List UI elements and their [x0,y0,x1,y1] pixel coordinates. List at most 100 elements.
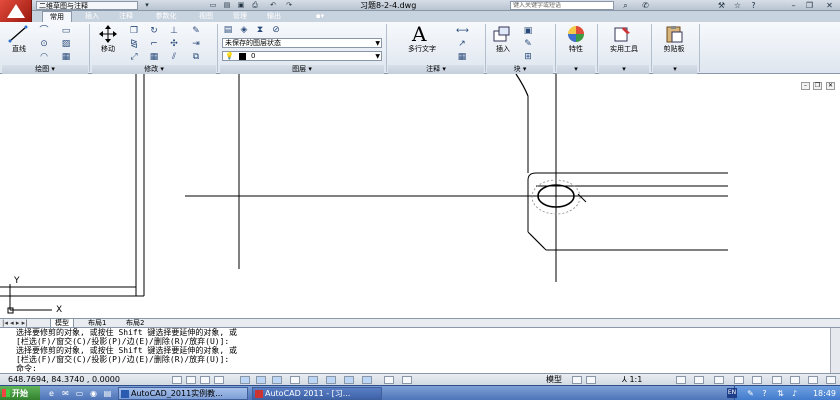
grid-toggle[interactable] [200,376,210,384]
properties-button[interactable]: 特性 [560,44,592,54]
tab-manage[interactable]: 管理 [226,11,254,22]
workspace-select[interactable]: 二维草图与注释 [36,1,138,10]
rotate-icon[interactable]: ↻ [148,26,160,36]
help-icon[interactable]: ? [748,0,759,11]
line-icon[interactable] [8,25,28,43]
command-scrollbar[interactable] [830,328,840,374]
tab-parametric[interactable]: 参数化 [146,11,186,22]
star-icon[interactable]: ☆ [732,0,743,11]
command-prompt[interactable]: 命令: [16,364,840,373]
insert-block-icon[interactable] [492,25,512,43]
redo-icon[interactable]: ↷ [284,1,294,10]
lineweight-toggle[interactable] [326,376,336,384]
stretch-icon[interactable]: ⇥ [190,39,202,49]
tab-view[interactable]: 视图 [192,11,220,22]
osnap-toggle[interactable] [256,376,266,384]
new-icon[interactable]: ▭ [208,1,218,10]
help-icon[interactable]: ? [759,388,770,399]
layer-off-icon[interactable]: ⊘ [270,25,282,35]
panel-block-title[interactable]: 块 ▾ [487,65,553,74]
move-icon[interactable] [98,25,118,43]
mirror-icon[interactable]: ⧎ [128,39,140,49]
copy-icon[interactable]: ❐ [128,26,140,36]
scale-icon[interactable]: ⤢ [128,52,140,62]
paste-button[interactable]: 剪贴板 [654,44,694,54]
application-menu-button[interactable] [0,0,32,22]
show-desktop-icon[interactable]: ▭ [74,388,85,399]
print-icon[interactable]: ⎙ [250,1,260,10]
viewport-minimize-icon[interactable]: – [801,82,810,90]
explode-icon[interactable]: ✣ [168,39,180,49]
close-icon[interactable]: ✕ [824,0,835,11]
move-button[interactable]: 移动 [94,44,122,54]
taskbar-item-document[interactable]: AutoCAD_2011实例教... [118,387,248,400]
hatch-icon[interactable]: ▨ [60,39,72,49]
circle-icon[interactable]: ⊙ [38,39,50,49]
table-icon[interactable]: ▦ [456,52,468,62]
rectangle-icon[interactable]: ▭ [60,26,72,36]
viewport-close-icon[interactable]: ✕ [826,82,835,90]
folder-icon[interactable]: ▤ [102,388,113,399]
polyline-icon[interactable]: ⌒ [38,26,50,36]
offset-icon[interactable]: ⫽ [168,52,180,62]
multiline-text-button[interactable]: 多行文字 [400,44,444,54]
tab-output[interactable]: 输出 [260,11,288,22]
polar-toggle[interactable] [240,376,250,384]
dropdown-arrow-icon[interactable]: ▾ [142,1,152,10]
tools-icon[interactable]: ⚒ [716,0,727,11]
communication-center-icon[interactable]: ✆ [640,0,651,11]
media-icon[interactable]: ◉ [88,388,99,399]
block-attribute-icon[interactable]: ⊞ [522,52,534,62]
volume-icon[interactable]: ♪ [789,388,800,399]
tab-annotate[interactable]: 注释 [112,11,140,22]
hardware-acceleration-icon[interactable] [752,376,762,384]
layer-isolate-icon[interactable]: ⧗ [254,25,266,35]
save-icon[interactable]: ▣ [236,1,246,10]
utilities-icon[interactable] [612,25,632,43]
drawing-canvas[interactable]: Y X – ❐ ✕ [0,74,840,318]
search-input[interactable]: 键入关键字或短语 [510,1,614,10]
current-layer-select[interactable]: 💡 0 ▼ [222,51,382,61]
fillet-icon[interactable]: ⌐ [148,39,160,49]
leader-icon[interactable]: ↗ [456,39,468,49]
quick-properties-toggle[interactable] [362,376,372,384]
annotation-visibility-icon[interactable] [676,376,686,384]
panel-draw-title[interactable]: 绘图 ▾ [2,65,88,74]
ducs-toggle[interactable] [290,376,300,384]
annotation-monitor-toggle[interactable] [402,376,412,384]
outlook-icon[interactable]: ✉ [60,388,71,399]
otrack-toggle[interactable] [272,376,282,384]
ortho-toggle[interactable] [214,376,224,384]
minimize-icon[interactable]: – [788,0,799,11]
viewport-restore-icon[interactable]: ❐ [813,82,822,90]
open-icon[interactable]: ▤ [222,1,232,10]
snap-toggle[interactable] [186,376,196,384]
multiline-text-icon[interactable]: A [412,24,426,44]
array-icon[interactable]: ▦ [148,52,160,62]
infer-constraints-toggle[interactable] [172,376,182,384]
panel-properties-title[interactable]: ▾ [557,65,595,74]
status-tray-settings-icon[interactable] [790,376,800,384]
ribbon-options-icon[interactable]: ▪▾ [312,11,328,22]
tab-insert[interactable]: 插入 [78,11,106,22]
binoculars-icon[interactable]: ⌕ [620,0,631,11]
line-button[interactable]: 直线 [6,44,32,54]
dyn-toggle[interactable] [308,376,318,384]
transparency-toggle[interactable] [344,376,354,384]
ie-icon[interactable]: e [46,388,57,399]
dimension-icon[interactable]: ⟷ [456,26,469,36]
arc-icon[interactable]: ◠ [38,52,50,62]
layer-state-select[interactable]: 未保存的图层状态 ▼ [222,38,382,48]
restore-icon[interactable]: ❐ [804,0,815,11]
workspace-switching-icon[interactable] [714,376,724,384]
panel-utilities-title[interactable]: ▾ [599,65,649,74]
start-button[interactable]: 开始 [0,386,40,400]
clean-screen-icon[interactable] [808,376,818,384]
layer-properties-icon[interactable]: ▤ [222,25,234,35]
panel-modify-title[interactable]: 修改 ▾ [92,65,216,74]
properties-icon[interactable] [566,25,586,43]
language-indicator[interactable]: EN [727,388,737,398]
isolate-objects-icon[interactable] [772,376,782,384]
taskbar-item-autocad[interactable]: AutoCAD 2011 - [习... [252,387,382,400]
panel-clipboard-title[interactable]: ▾ [653,65,697,74]
